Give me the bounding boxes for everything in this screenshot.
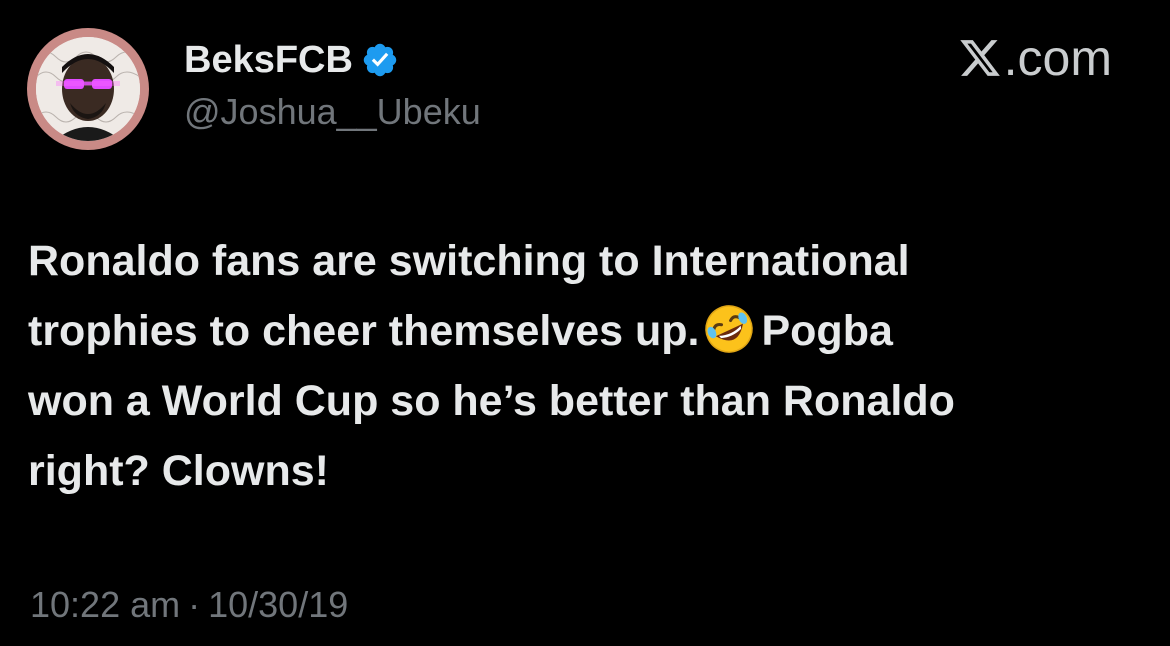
tweet-text: Ronaldo fans are switching to Internatio… [28, 226, 1138, 506]
tweet-line: Ronaldo fans are switching to Internatio… [28, 237, 910, 285]
author-display-name[interactable]: BeksFCB [184, 38, 353, 82]
avatar-image [36, 37, 140, 141]
separator-dot: · [188, 584, 201, 625]
tweet-line: won a World Cup so he’s better than Rona… [28, 377, 955, 425]
author-handle[interactable]: @Joshua__Ubeku [184, 90, 481, 134]
tweet-time: 10:22 am [30, 584, 181, 625]
tweet-line: right? Clowns! [28, 447, 329, 495]
tweet-line: trophies to cheer themselves up. Pogba [28, 296, 1138, 366]
tweet-card: BeksFCB @Joshua__Ubeku .com Ronaldo fans… [0, 0, 1170, 646]
rolling-on-floor-laughing-emoji [703, 303, 755, 355]
verified-badge-icon [361, 41, 399, 79]
tweet-line-segment: Pogba [761, 307, 893, 355]
x-logo-icon [958, 36, 1002, 80]
brand-domain-text: .com [1003, 30, 1112, 86]
avatar[interactable] [27, 28, 149, 150]
x-com-brand: .com [958, 30, 1112, 86]
tweet-date: 10/30/19 [208, 584, 349, 625]
author-name-row: BeksFCB [184, 38, 399, 82]
tweet-timestamp[interactable]: 10:22 am · 10/30/19 [30, 580, 348, 630]
tweet-line-segment: trophies to cheer themselves up. [28, 307, 700, 355]
